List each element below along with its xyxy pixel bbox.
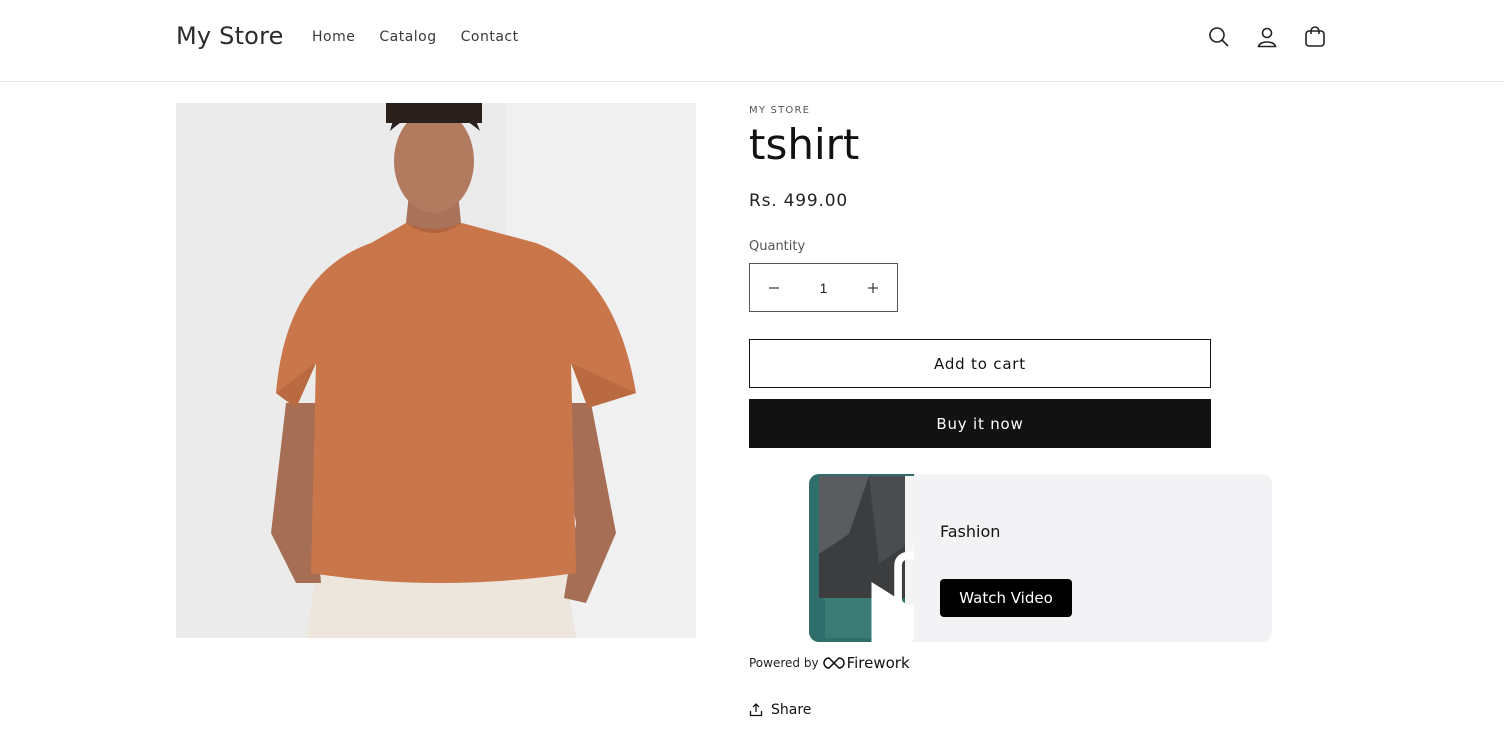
tshirt-model-illustration	[176, 103, 696, 638]
main-nav: Home Catalog Contact	[312, 29, 519, 45]
nav-catalog[interactable]: Catalog	[379, 29, 436, 45]
video-caption: Fashion	[940, 522, 1001, 541]
powered-by-label: Powered by	[749, 656, 819, 670]
nav-contact[interactable]: Contact	[461, 29, 519, 45]
quantity-stepper	[749, 263, 898, 312]
account-icon[interactable]	[1254, 22, 1280, 52]
share-label: Share	[771, 702, 812, 718]
product-image[interactable]	[176, 103, 696, 638]
product-price: Rs. 499.00	[749, 191, 848, 211]
product-title: tshirt	[749, 120, 860, 169]
plus-icon	[868, 282, 878, 293]
quantity-increase-button[interactable]	[849, 264, 897, 311]
product-vendor: MY STORE	[749, 105, 811, 116]
add-to-cart-button[interactable]: Add to cart	[749, 339, 1211, 388]
store-logo[interactable]: My Store	[176, 22, 284, 50]
search-icon[interactable]	[1206, 22, 1232, 52]
firework-brand[interactable]: Firework	[822, 654, 910, 672]
quantity-input[interactable]	[798, 279, 849, 296]
share-icon	[749, 703, 763, 717]
nav-home[interactable]: Home	[312, 29, 355, 45]
firework-brand-name: Firework	[846, 654, 910, 672]
powered-by: Powered by Firework	[749, 654, 910, 672]
firework-video-card[interactable]: Fashion Watch Video	[809, 474, 1272, 642]
play-icon[interactable]	[847, 540, 914, 642]
firework-logo-icon	[822, 657, 845, 669]
buy-now-button[interactable]: Buy it now	[749, 399, 1211, 448]
cart-icon[interactable]	[1302, 22, 1328, 52]
quantity-decrease-button[interactable]	[750, 264, 798, 311]
share-button[interactable]: Share	[749, 702, 811, 718]
quantity-label: Quantity	[749, 239, 806, 254]
header-icons	[1206, 22, 1328, 52]
minus-icon	[769, 286, 779, 289]
video-thumbnail[interactable]	[809, 474, 914, 642]
watch-video-button[interactable]: Watch Video	[940, 579, 1072, 617]
site-header: My Store Home Catalog Contact	[0, 0, 1504, 82]
